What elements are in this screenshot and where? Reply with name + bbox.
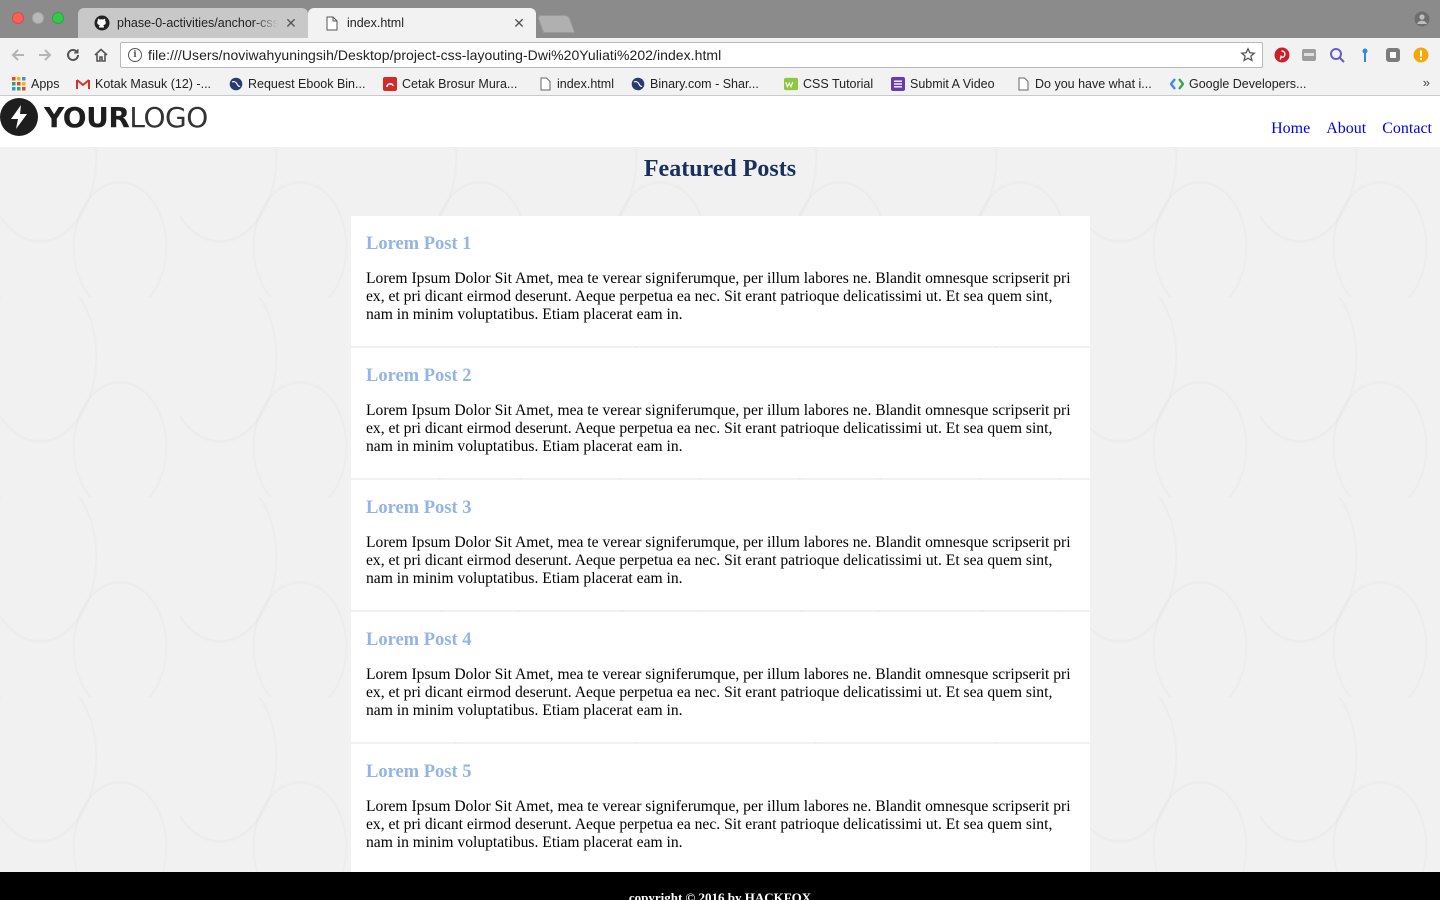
tab-index-html[interactable]: index.html ✕ bbox=[308, 8, 536, 38]
browser-toolbar: i file:///Users/noviwahyuningsih/Desktop… bbox=[0, 38, 1440, 72]
bookmark-label: Cetak Brosur Mura... bbox=[402, 77, 518, 91]
bookmark-submit-video[interactable]: Submit A Video bbox=[891, 75, 995, 93]
bookmark-binary[interactable]: Binary.com - Shar... bbox=[631, 75, 759, 93]
site-nav: Home About Contact bbox=[1271, 120, 1432, 138]
bookmark-label: Binary.com - Shar... bbox=[650, 77, 759, 91]
post-card: Lorem Post 1 Lorem Ipsum Dolor Sit Amet,… bbox=[351, 216, 1090, 346]
bookmark-label: Submit A Video bbox=[910, 77, 995, 91]
posts-list: Lorem Post 1 Lorem Ipsum Dolor Sit Amet,… bbox=[351, 216, 1090, 876]
gray-extension-icon[interactable] bbox=[1301, 47, 1317, 63]
bookmark-apps[interactable]: Apps bbox=[12, 75, 60, 93]
bookmark-label: CSS Tutorial bbox=[803, 77, 874, 91]
w3schools-icon bbox=[784, 77, 798, 91]
site-footer: copyright © 2016 by HACKFOX bbox=[0, 872, 1440, 900]
tab-anchor-css[interactable]: phase-0-activities/anchor-css ✕ bbox=[78, 8, 308, 38]
forward-arrow-icon[interactable] bbox=[35, 45, 55, 65]
square-extension-icon[interactable] bbox=[1385, 47, 1401, 63]
post-title[interactable]: Lorem Post 2 bbox=[366, 364, 1075, 402]
search-extension-icon[interactable] bbox=[1329, 47, 1345, 63]
close-window-button[interactable] bbox=[12, 12, 24, 24]
post-body: Lorem Ipsum Dolor Sit Amet, mea te verea… bbox=[366, 402, 1071, 455]
post-title[interactable]: Lorem Post 1 bbox=[366, 232, 1075, 270]
post-card: Lorem Post 2 Lorem Ipsum Dolor Sit Amet,… bbox=[351, 348, 1090, 478]
logo-text: YOURLOGO bbox=[44, 100, 208, 134]
pinterest-icon[interactable] bbox=[1274, 47, 1290, 63]
bookmark-cetak-brosur[interactable]: Cetak Brosur Mura... bbox=[383, 75, 517, 93]
minimize-window-button[interactable] bbox=[32, 12, 44, 24]
file-icon bbox=[324, 15, 340, 31]
bookmark-label: Google Developers... bbox=[1189, 77, 1307, 91]
post-body: Lorem Ipsum Dolor Sit Amet, mea te verea… bbox=[366, 534, 1071, 587]
bookmark-label: Request Ebook Bin... bbox=[248, 77, 366, 91]
new-tab-button[interactable] bbox=[536, 15, 576, 33]
post-body: Lorem Ipsum Dolor Sit Amet, mea te verea… bbox=[366, 270, 1071, 323]
site-logo[interactable]: YOURLOGO bbox=[0, 98, 208, 136]
bookmark-label: Do you have what i... bbox=[1035, 77, 1152, 91]
back-arrow-icon[interactable] bbox=[8, 45, 28, 65]
tab-strip: phase-0-activities/anchor-css ✕ index.ht… bbox=[0, 0, 1440, 38]
page-viewport: YOURLOGO Home About Contact Featured Pos… bbox=[0, 97, 1440, 900]
file-icon bbox=[1016, 77, 1030, 91]
bookmark-star-icon[interactable] bbox=[1240, 47, 1256, 63]
bookmarks-overflow-button[interactable]: » bbox=[1423, 75, 1430, 90]
bookmark-label: index.html bbox=[557, 77, 614, 91]
tab-close-button[interactable]: ✕ bbox=[284, 15, 298, 32]
printer-brand-icon bbox=[383, 77, 397, 91]
bookmark-css-tutorial[interactable]: CSS Tutorial bbox=[784, 75, 873, 93]
bookmark-index-html[interactable]: index.html bbox=[538, 75, 614, 93]
tab-close-button[interactable]: ✕ bbox=[512, 15, 526, 32]
google-dev-icon bbox=[1170, 77, 1184, 91]
bookmark-gmail[interactable]: Kotak Masuk (12) -... bbox=[76, 75, 211, 93]
bookmark-label: Apps bbox=[31, 77, 60, 91]
github-icon bbox=[94, 15, 110, 31]
post-title[interactable]: Lorem Post 3 bbox=[366, 496, 1075, 534]
form-icon bbox=[891, 77, 905, 91]
address-url: file:///Users/noviwahyuningsih/Desktop/p… bbox=[148, 47, 722, 63]
bookmark-do-you-have[interactable]: Do you have what i... bbox=[1016, 75, 1152, 93]
warning-extension-icon[interactable] bbox=[1413, 47, 1429, 63]
bookmarks-bar: Apps Kotak Masuk (12) -... Request Ebook… bbox=[0, 72, 1440, 96]
featured-posts-heading: Featured Posts bbox=[643, 156, 797, 182]
nav-link-home[interactable]: Home bbox=[1271, 120, 1310, 138]
post-body: Lorem Ipsum Dolor Sit Amet, mea te verea… bbox=[366, 666, 1071, 719]
apps-grid-icon bbox=[12, 77, 26, 91]
globe-icon bbox=[631, 77, 645, 91]
site-header: YOURLOGO Home About Contact bbox=[0, 97, 1440, 147]
post-card: Lorem Post 4 Lorem Ipsum Dolor Sit Amet,… bbox=[351, 612, 1090, 742]
bookmark-google-developers[interactable]: Google Developers... bbox=[1170, 75, 1306, 93]
address-bar[interactable]: i file:///Users/noviwahyuningsih/Desktop… bbox=[120, 42, 1263, 68]
post-card: Lorem Post 5 Lorem Ipsum Dolor Sit Amet,… bbox=[351, 744, 1090, 874]
post-body: Lorem Ipsum Dolor Sit Amet, mea te verea… bbox=[366, 798, 1071, 851]
bookmark-label: Kotak Masuk (12) -... bbox=[95, 77, 212, 91]
file-icon bbox=[538, 77, 552, 91]
bookmark-request-ebook[interactable]: Request Ebook Bin... bbox=[229, 75, 365, 93]
footer-copyright: copyright © 2016 by HACKFOX bbox=[628, 890, 812, 900]
tab-title: phase-0-activities/anchor-css bbox=[117, 16, 278, 30]
gmail-icon bbox=[76, 77, 90, 91]
home-icon[interactable] bbox=[91, 45, 111, 65]
globe-icon bbox=[229, 77, 243, 91]
post-title[interactable]: Lorem Post 5 bbox=[366, 760, 1075, 798]
reload-icon[interactable] bbox=[63, 45, 83, 65]
info-icon[interactable]: i bbox=[128, 48, 142, 62]
tab-title: index.html bbox=[347, 16, 404, 30]
post-title[interactable]: Lorem Post 4 bbox=[366, 628, 1075, 666]
post-card: Lorem Post 3 Lorem Ipsum Dolor Sit Amet,… bbox=[351, 480, 1090, 610]
profile-icon[interactable] bbox=[1414, 11, 1430, 27]
nav-link-about[interactable]: About bbox=[1326, 120, 1366, 138]
pin-extension-icon[interactable] bbox=[1357, 47, 1373, 63]
maximize-window-button[interactable] bbox=[52, 12, 64, 24]
nav-link-contact[interactable]: Contact bbox=[1382, 120, 1432, 138]
lightning-icon bbox=[0, 98, 38, 136]
